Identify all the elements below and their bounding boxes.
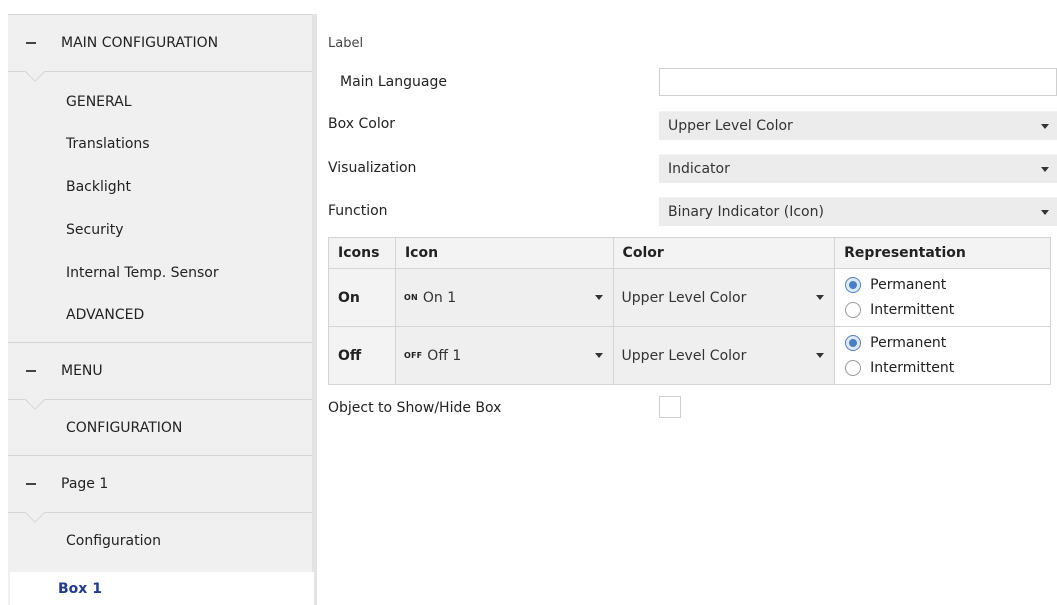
function-select[interactable]: Binary Indicator (Icon) [659,197,1057,226]
sidebar-item-general[interactable]: GENERAL [66,94,132,110]
color-select-value: Upper Level Color [621,289,747,306]
row-label-off: Off [328,326,396,385]
section-header-menu[interactable]: MENU [8,342,312,410]
collapse-icon [26,370,36,372]
on-icon: ON [403,292,418,302]
visualization-value: Indicator [668,161,730,177]
color-select-off[interactable]: Upper Level Color [612,326,836,385]
radio-button-checked[interactable] [845,335,862,351]
sidebar-item-backlight[interactable]: Backlight [66,179,131,195]
function-value: Binary Indicator (Icon) [668,204,824,220]
collapse-icon [26,42,36,44]
chevron-down-icon [594,353,603,358]
section-pointer [25,503,45,523]
chevron-down-icon [1041,210,1049,215]
icon-select-value: ON On 1 [404,290,456,306]
radio-label: Permanent [870,335,947,351]
main-language-label: Main Language [340,74,447,90]
box-color-value: Upper Level Color [668,118,793,134]
radio-button[interactable] [845,302,862,318]
section-label: MAIN CONFIGURATION [61,35,219,51]
section-label: MENU [61,363,103,379]
column-header-icon: Icon [394,237,614,269]
section-label: Page 1 [61,476,109,492]
sidebar: MAIN CONFIGURATION GENERAL Translations … [8,14,312,605]
icon-select-off[interactable]: OFF Off 1 [394,326,614,385]
section-header-page-1[interactable]: Page 1 [8,455,312,523]
radio-button-checked[interactable] [845,277,862,293]
icon-value-text: On 1 [422,289,457,306]
object-show-hide-label: Object to Show/Hide Box [328,400,502,416]
row-label-on: On [328,268,396,327]
sidebar-item-box-1[interactable]: Box 1 [10,572,314,605]
table-header-row: Icons Icon Color Representation [328,237,1051,269]
color-select-on[interactable]: Upper Level Color [612,268,836,327]
chevron-down-icon [594,295,603,300]
sidebar-item-translations[interactable]: Translations [66,136,150,152]
object-show-hide-checkbox[interactable] [659,396,681,418]
chevron-down-icon [816,295,825,300]
chevron-down-icon [1041,124,1049,129]
sidebar-item-advanced[interactable]: ADVANCED [66,307,144,323]
radio-option-intermittent[interactable]: Intermittent [835,298,1050,323]
table-row: On ON On 1 Upper Level Color Permanent In… [328,268,1051,327]
sidebar-item-internal-temp-sensor[interactable]: Internal Temp. Sensor [66,265,219,281]
section-header-main-configuration[interactable]: MAIN CONFIGURATION [8,14,312,82]
sidebar-item-page-configuration[interactable]: Configuration [66,533,161,549]
chevron-down-icon [1041,167,1049,172]
radio-label: Intermittent [870,302,955,318]
icons-table: Icons Icon Color Representation On ON On … [328,237,1051,385]
collapse-icon [26,483,36,485]
visualization-select[interactable]: Indicator [659,154,1057,183]
column-header-color: Color [612,237,836,269]
section-pointer [25,390,45,410]
main-language-input[interactable] [659,68,1057,96]
function-label: Function [328,203,388,219]
visualization-label: Visualization [328,160,417,176]
sidebar-item-security[interactable]: Security [66,222,124,238]
radio-label: Intermittent [870,360,955,376]
section-pointer [25,62,45,82]
representation-group-off: Permanent Intermittent [834,326,1051,385]
box-color-select[interactable]: Upper Level Color [659,111,1057,140]
sidebar-item-label: Box 1 [58,580,102,597]
radio-label: Permanent [870,277,947,293]
column-header-representation: Representation [834,237,1051,269]
radio-option-intermittent[interactable]: Intermittent [835,356,1050,381]
radio-button[interactable] [845,360,862,376]
icon-value-text: Off 1 [427,347,462,364]
table-row: Off OFF Off 1 Upper Level Color Permanent… [328,326,1051,385]
sidebar-item-configuration[interactable]: CONFIGURATION [66,420,182,436]
chevron-down-icon [816,353,825,358]
icon-select-on[interactable]: ON On 1 [394,268,614,327]
representation-group-on: Permanent Intermittent [834,268,1051,327]
label-heading: Label [328,36,364,51]
color-select-value: Upper Level Color [621,347,747,364]
radio-option-permanent[interactable]: Permanent [835,331,1050,356]
column-header-icons: Icons [328,237,396,269]
radio-option-permanent[interactable]: Permanent [835,273,1050,298]
icon-select-value: OFF Off 1 [404,348,461,364]
off-icon: OFF [403,350,423,360]
box-color-label: Box Color [328,116,396,132]
